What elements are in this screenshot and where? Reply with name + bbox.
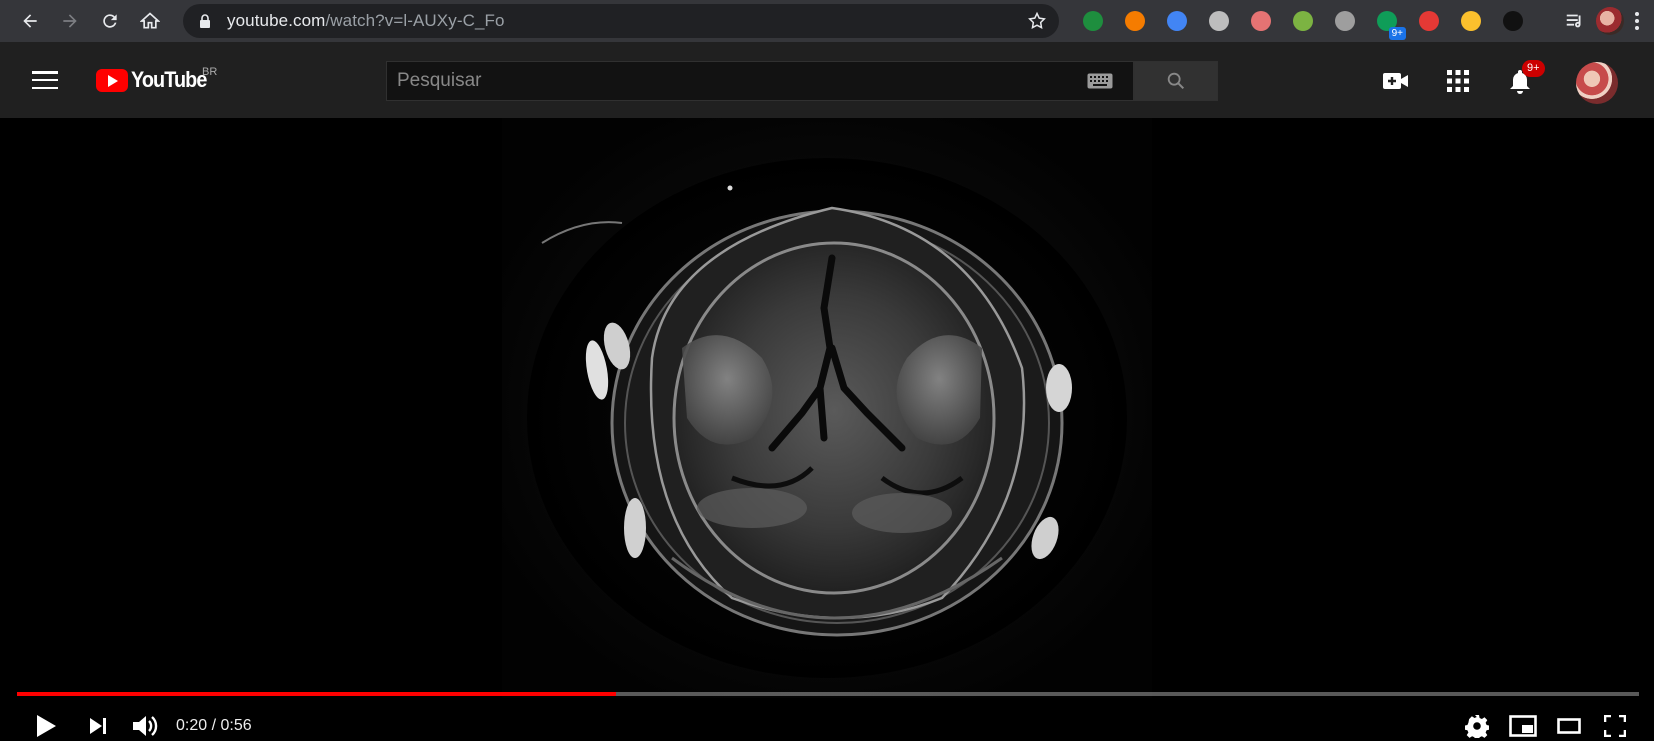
download-arrow-icon <box>1083 11 1103 31</box>
account-avatar[interactable] <box>1576 62 1618 104</box>
google-translate-icon <box>1167 11 1187 31</box>
reload-icon <box>103 14 117 28</box>
video-camera-plus-icon <box>1383 73 1408 89</box>
extension-button[interactable] <box>1324 0 1366 42</box>
youtube-logo[interactable]: YouTube <box>96 67 215 93</box>
player-controls: 0:20 / 0:56 <box>0 118 1654 741</box>
back-button[interactable] <box>10 0 50 42</box>
search-input[interactable] <box>387 62 1087 100</box>
guide-menu-icon[interactable] <box>32 68 58 92</box>
apps-grid-icon <box>1447 70 1469 92</box>
home-icon <box>140 12 160 29</box>
create-video-button[interactable] <box>1381 66 1411 96</box>
progress-bar[interactable] <box>17 692 1639 696</box>
search-box <box>386 61 1134 101</box>
extension-badge: 9+ <box>1388 27 1406 40</box>
extension-button[interactable] <box>1156 0 1198 42</box>
fullscreen-icon <box>1604 715 1626 737</box>
url-path: /watch?v=l-AUXy-C_Fo <box>325 11 505 30</box>
address-bar[interactable]: youtube.com/watch?v=l-AUXy-C_Fo <box>183 4 1059 38</box>
video-player[interactable]: 0:20 / 0:56 <box>0 118 1654 741</box>
extensions-area: 9+ <box>1072 0 1534 42</box>
m-icon <box>1335 11 1355 31</box>
browser-toolbar: youtube.com/watch?v=l-AUXy-C_Fo 9+ <box>0 0 1654 42</box>
gnome-icon <box>1503 11 1523 31</box>
keyboard-icon[interactable] <box>1087 73 1113 89</box>
next-icon <box>90 718 106 734</box>
search-icon <box>1167 72 1185 90</box>
browser-right-controls <box>1564 0 1640 42</box>
extension-button[interactable] <box>1240 0 1282 42</box>
next-button[interactable] <box>82 702 114 741</box>
extension-button[interactable] <box>1072 0 1114 42</box>
green-download-icon <box>1293 11 1313 31</box>
youtube-masthead: YouTube BR <box>0 42 1654 118</box>
youtube-logo-text: YouTube <box>131 67 207 92</box>
extension-button[interactable] <box>1114 0 1156 42</box>
progress-played <box>17 692 616 696</box>
forward-button[interactable] <box>50 0 90 42</box>
apps-button[interactable] <box>1443 66 1473 96</box>
browser-profile-avatar[interactable] <box>1596 7 1624 35</box>
media-queue-icon[interactable] <box>1564 10 1586 32</box>
fire-icon <box>1125 11 1145 31</box>
settings-button[interactable] <box>1460 702 1494 741</box>
reload-button[interactable] <box>90 0 130 42</box>
current-time: 0:20 <box>176 717 208 734</box>
arrow-right-icon <box>63 14 77 28</box>
extension-button[interactable] <box>1198 0 1240 42</box>
extension-button[interactable] <box>1492 0 1534 42</box>
balls-icon <box>1461 11 1481 31</box>
extension-button[interactable] <box>1282 0 1324 42</box>
extension-button[interactable] <box>1450 0 1492 42</box>
search-button[interactable] <box>1134 61 1218 101</box>
extension-button[interactable] <box>1408 0 1450 42</box>
arrow-left-icon <box>23 14 37 28</box>
mute-button[interactable] <box>128 702 162 741</box>
country-code: BR <box>202 66 218 78</box>
gear-icon <box>1465 715 1489 738</box>
home-button[interactable] <box>130 0 170 42</box>
time-display: 0:20 / 0:56 <box>176 706 252 741</box>
duration: 0:56 <box>220 717 252 734</box>
volume-icon <box>133 716 158 736</box>
browser-menu-icon[interactable] <box>1634 11 1640 31</box>
lock-icon <box>200 14 210 28</box>
infinity-icon <box>1419 11 1439 31</box>
play-icon <box>37 715 56 737</box>
time-separator: / <box>207 717 221 734</box>
miniplayer-icon <box>1509 715 1537 737</box>
eyes-icon <box>1251 11 1271 31</box>
fullscreen-button[interactable] <box>1598 702 1632 741</box>
theater-mode-button[interactable] <box>1552 702 1586 741</box>
miniplayer-button[interactable] <box>1506 702 1540 741</box>
url-text: youtube.com/watch?v=l-AUXy-C_Fo <box>227 11 505 31</box>
bookmark-star-icon[interactable] <box>1027 11 1047 31</box>
url-host: youtube.com <box>227 11 326 30</box>
play-button[interactable] <box>28 702 64 741</box>
theater-icon <box>1557 718 1581 734</box>
youtube-play-logo-icon <box>96 68 128 92</box>
notifications-badge: 9+ <box>1522 60 1545 77</box>
extension-button[interactable]: 9+ <box>1366 0 1408 42</box>
bulb-icon <box>1209 11 1229 31</box>
